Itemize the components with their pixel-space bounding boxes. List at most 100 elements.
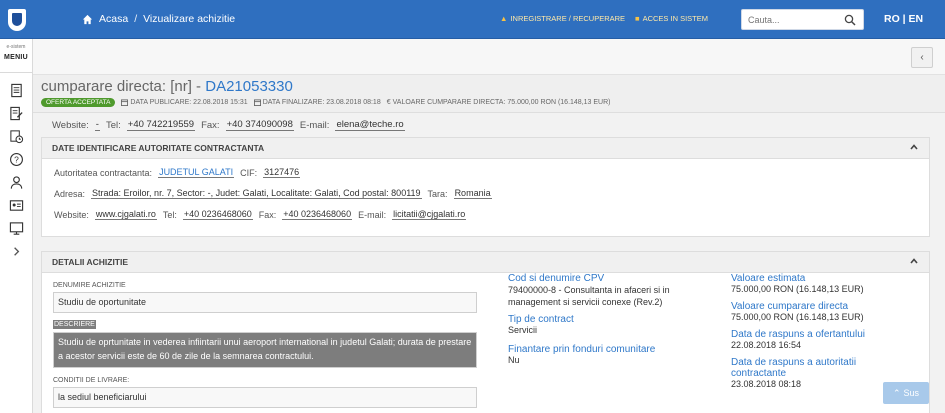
- sidebar-expand[interactable]: [0, 240, 33, 263]
- sidebar: e-sistem MENIU ?: [0, 39, 33, 413]
- estimated-value-label: Valoare estimata: [731, 273, 806, 284]
- sidebar-item-documents[interactable]: [0, 79, 33, 102]
- language-switch[interactable]: RO | EN: [884, 13, 923, 25]
- lock-icon: ■: [635, 14, 640, 23]
- warning-icon: ▲: [500, 14, 508, 23]
- address-row: Adresa: Strada: Eroilor, nr. 7, Sector: …: [54, 188, 929, 199]
- calendar-icon: [253, 99, 261, 106]
- svg-text:?: ?: [14, 155, 19, 165]
- finalize-date-text: DATA FINALIZARE: 23.08.2018 08:18: [262, 99, 381, 106]
- chevron-up-icon[interactable]: [909, 256, 919, 266]
- toolbar-strip: ‹: [33, 39, 945, 75]
- clock-icon: [10, 130, 24, 144]
- publish-date-text: DATA PUBLICARE: 22.08.2018 15:31: [130, 99, 248, 106]
- chevron-up-icon[interactable]: [909, 142, 919, 152]
- search-box: [741, 9, 864, 30]
- scroll-top-button[interactable]: ⌃ Sus: [883, 382, 929, 404]
- authority-fax-label: Fax:: [258, 209, 277, 220]
- purchase-value-text: VALOARE CUMPARARE DIRECTA: 75.000,00 RON…: [392, 99, 611, 106]
- tel-label: Tel:: [105, 119, 121, 131]
- bidder-response-value: 22.08.2018 16:54: [731, 340, 802, 350]
- sidebar-item-user[interactable]: [0, 171, 33, 194]
- menu-label: MENIU: [3, 54, 29, 61]
- authority-tel-label: Tel:: [162, 209, 177, 220]
- email-label: E-mail:: [299, 119, 330, 131]
- fax-value: +40 374090098: [225, 119, 294, 131]
- search-icon[interactable]: [844, 14, 856, 26]
- purchase-details-panel: DETALII ACHIZITIE DENUMIRE ACHIZITIE Stu…: [41, 251, 930, 413]
- details-middle-column: Cod si denumire CPV 79400000-8 - Consult…: [508, 273, 698, 365]
- email-value: elena@teche.ro: [335, 119, 405, 131]
- shield-icon: [8, 8, 26, 31]
- name-label: DENUMIRE ACHIZITIE: [53, 282, 126, 289]
- authority-website-label: Website:: [54, 209, 89, 220]
- register-link[interactable]: ▲ INREGISTRARE / RECUPERARE: [500, 14, 625, 23]
- estimated-value: 75.000,00 RON (16.148,13 EUR): [731, 284, 864, 294]
- sidebar-item-edit[interactable]: [0, 102, 33, 125]
- authority-email-value: licitatii@cjgalati.ro: [392, 209, 467, 220]
- delivery-label: CONDITII DE LIVRARE:: [53, 377, 130, 384]
- eu-funding-label: Finantare prin fonduri comunitare: [508, 344, 656, 355]
- chevron-left-icon: ‹: [920, 52, 924, 63]
- supplier-contact-row: Website: - Tel: +40 742219559 Fax: +40 3…: [52, 119, 405, 131]
- country-label: Tara:: [427, 188, 448, 199]
- details-left-column: DENUMIRE ACHIZITIE Studiu de oportunitat…: [53, 282, 477, 408]
- authority-label: Autoritatea contractanta:: [54, 167, 153, 178]
- purchase-value: € VALOARE CUMPARARE DIRECTA: 75.000,00 R…: [387, 99, 611, 106]
- user-icon: [10, 176, 23, 189]
- authority-fax-value: +40 0236468060: [282, 209, 353, 220]
- scroll-top-label: Sus: [903, 388, 920, 398]
- breadcrumb-home[interactable]: Acasa: [99, 13, 128, 25]
- search-input[interactable]: [742, 10, 842, 29]
- authority-website-value: www.cjgalati.ro: [94, 209, 157, 220]
- details-right-column: Valoare estimata 75.000,00 RON (16.148,1…: [731, 273, 911, 389]
- document-icon: [11, 83, 22, 98]
- sidebar-item-history[interactable]: [0, 125, 33, 148]
- chevron-right-icon: [14, 247, 20, 256]
- breadcrumb-separator: /: [134, 13, 138, 25]
- logo[interactable]: [0, 0, 34, 39]
- website-label: Website:: [52, 119, 89, 131]
- calendar-icon: [121, 99, 129, 106]
- authority-panel: DATE IDENTIFICARE AUTORITATE CONTRACTANT…: [41, 137, 930, 237]
- country-value: Romania: [453, 188, 492, 199]
- menu-toggle[interactable]: e-sistem MENIU: [0, 39, 32, 73]
- sidebar-item-help[interactable]: ?: [0, 148, 33, 171]
- login-link[interactable]: ■ ACCES IN SISTEM: [635, 14, 708, 23]
- authority-response-label: Data de raspuns a autoritatii contractan…: [731, 357, 857, 379]
- collapse-button[interactable]: ‹: [911, 47, 933, 68]
- id-card-icon: [9, 200, 24, 211]
- authority-panel-title: DATE IDENTIFICARE AUTORITATE CONTRACTANT…: [52, 143, 265, 153]
- description-label: DESCRIERE: [53, 320, 96, 329]
- eu-funding-value: Nu: [508, 355, 520, 365]
- contract-type-label: Tip de contract: [508, 314, 574, 325]
- address-value: Strada: Eroilor, nr. 7, Sector: -, Judet…: [91, 188, 422, 199]
- contract-type-value: Servicii: [508, 325, 538, 335]
- sidebar-item-card[interactable]: [0, 194, 33, 217]
- direct-purchase-value-label: Valoare cumparare directa: [731, 301, 849, 312]
- bidder-response-label: Data de raspuns a ofertantului: [731, 329, 865, 340]
- page-title: cumparare directa: [nr] - DA21053330: [41, 78, 293, 95]
- address-label: Adresa:: [54, 188, 86, 199]
- sidebar-item-monitor[interactable]: [0, 217, 33, 240]
- tel-value: +40 742219559: [126, 119, 196, 131]
- description-field[interactable]: Studiu de oprtunitate in vederea infiint…: [53, 332, 477, 368]
- authority-contact-row: Website: www.cjgalati.ro Tel: +40 023646…: [54, 209, 929, 220]
- authority-panel-header[interactable]: DATE IDENTIFICARE AUTORITATE CONTRACTANT…: [42, 138, 929, 159]
- authority-link[interactable]: JUDETUL GALATI: [158, 167, 235, 178]
- cif-label: CIF:: [240, 167, 258, 178]
- home-icon[interactable]: [82, 14, 93, 25]
- meta-row: OFERTA ACCEPTATA DATA PUBLICARE: 22.08.2…: [41, 98, 610, 107]
- publish-date: DATA PUBLICARE: 22.08.2018 15:31: [121, 99, 248, 106]
- help-icon: ?: [10, 153, 23, 166]
- direct-purchase-value: 75.000,00 RON (16.148,13 EUR): [731, 312, 864, 322]
- sidebar-small-text: e-sistem: [6, 44, 26, 50]
- name-field[interactable]: Studiu de oportunitate: [53, 292, 477, 313]
- delivery-field[interactable]: la sediul beneficiarului: [53, 387, 477, 408]
- monitor-icon: [9, 222, 24, 235]
- finalize-date: DATA FINALIZARE: 23.08.2018 08:18: [253, 99, 381, 106]
- procedure-code: DA21053330: [205, 78, 293, 95]
- title-area: cumparare directa: [nr] - DA21053330 OFE…: [33, 75, 945, 113]
- details-panel-header[interactable]: DETALII ACHIZITIE: [42, 252, 929, 273]
- register-label: INREGISTRARE / RECUPERARE: [510, 14, 626, 23]
